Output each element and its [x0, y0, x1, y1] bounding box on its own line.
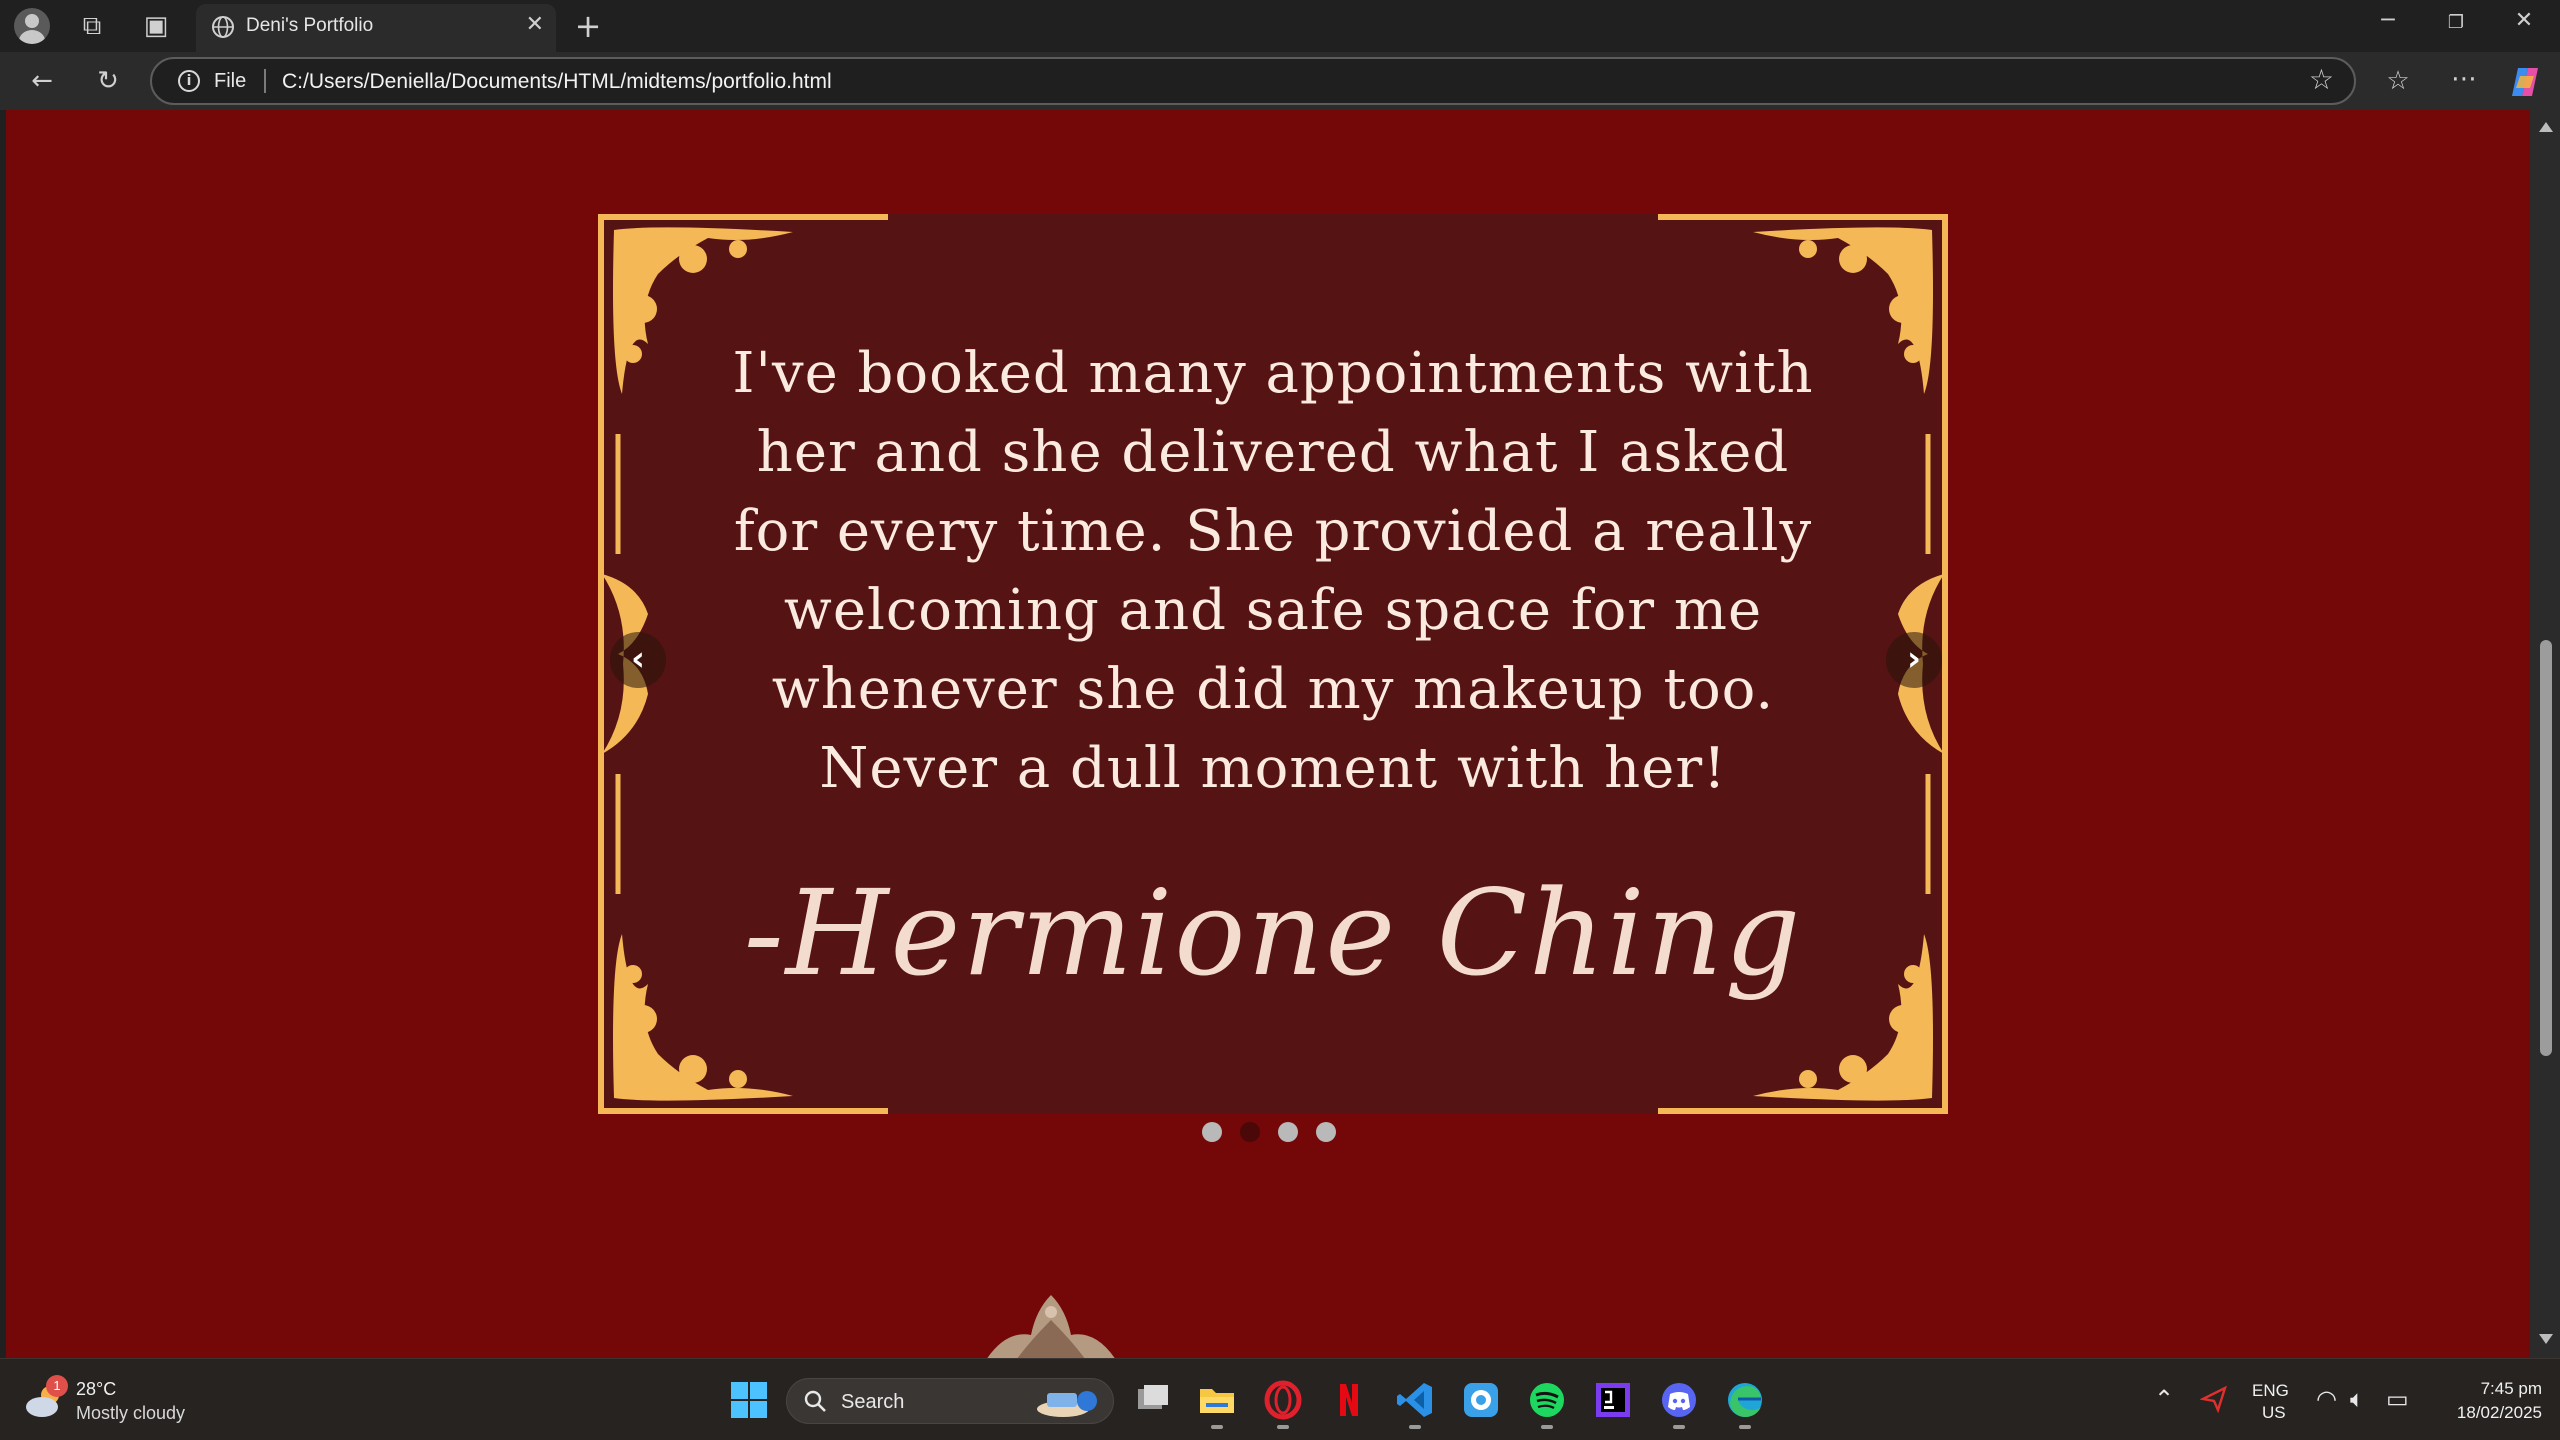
carousel-dot-2[interactable]: [1240, 1122, 1260, 1142]
globe-icon: [212, 16, 234, 38]
netflix-icon[interactable]: [1328, 1379, 1370, 1421]
tab-title: Deni's Portfolio: [246, 15, 374, 36]
restore-button[interactable]: ❐: [2426, 12, 2486, 33]
carousel-next-button[interactable]: ›: [1886, 632, 1942, 688]
address-scheme-label: File: [214, 70, 247, 92]
running-indicator: [1673, 1425, 1685, 1429]
running-indicator: [1541, 1425, 1553, 1429]
running-indicator: [1409, 1425, 1421, 1429]
opera-icon[interactable]: [1262, 1379, 1304, 1429]
jetbrains-icon[interactable]: [1592, 1379, 1634, 1421]
url-text[interactable]: C:/Users/Deniella/Documents/HTML/midtems…: [282, 70, 832, 94]
send-tray-icon[interactable]: [2200, 1385, 2228, 1413]
carousel-dot-3[interactable]: [1278, 1122, 1298, 1142]
wifi-icon[interactable]: ◠: [2316, 1385, 2337, 1413]
file-explorer-icon[interactable]: [1196, 1379, 1238, 1429]
search-icon: [804, 1390, 826, 1412]
running-indicator: [1277, 1425, 1289, 1429]
carousel-dot-1[interactable]: [1202, 1122, 1222, 1142]
testimonial-author: -Hermione Ching: [743, 864, 1803, 1002]
back-icon[interactable]: ←: [22, 63, 62, 99]
chevron-up-icon[interactable]: ⌃: [2154, 1385, 2174, 1413]
edge-icon[interactable]: [1724, 1379, 1766, 1429]
weather-badge: 1: [46, 1375, 68, 1397]
search-label: Search: [841, 1391, 905, 1413]
region-indicator[interactable]: US: [2262, 1403, 2286, 1423]
info-icon[interactable]: i: [178, 70, 200, 92]
running-indicator: [1211, 1425, 1223, 1429]
app-icon[interactable]: [1460, 1379, 1502, 1421]
decorative-ornament-icon: [987, 1295, 1115, 1358]
carousel-prev-button[interactable]: ‹: [610, 632, 666, 688]
battery-icon[interactable]: ▭: [2386, 1385, 2409, 1413]
language-indicator[interactable]: ENG: [2252, 1381, 2289, 1401]
clock-time[interactable]: 7:45 pm: [2462, 1379, 2542, 1399]
new-tab-icon[interactable]: +: [568, 8, 608, 44]
vscode-icon[interactable]: [1394, 1379, 1436, 1429]
testimonial-quote: I've booked many appointments with her a…: [732, 341, 1814, 801]
tab-portfolio[interactable]: Deni's Portfolio ✕: [196, 4, 556, 52]
discord-icon[interactable]: [1658, 1379, 1700, 1429]
vertical-tabs-icon[interactable]: ▣: [136, 8, 176, 44]
testimonial-card: I've booked many appointments with her a…: [598, 214, 1948, 1114]
favorites-icon[interactable]: ☆: [2378, 63, 2418, 99]
close-window-button[interactable]: ✕: [2494, 8, 2554, 33]
taskbar-search[interactable]: Search: [786, 1378, 1114, 1424]
carousel-dot-4[interactable]: [1316, 1122, 1336, 1142]
spotify-icon[interactable]: [1526, 1379, 1568, 1429]
task-view-icon[interactable]: [1132, 1379, 1174, 1421]
toolbar: ← ↻ i File C:/Users/Deniella/Documents/H…: [0, 52, 2560, 110]
tab-bar: ⧉ ▣ Deni's Portfolio ✕ + ─ ❐ ✕: [0, 0, 2560, 52]
volume-icon[interactable]: 🔈︎: [2350, 1385, 2364, 1413]
weather-temperature[interactable]: 28°C: [76, 1379, 116, 1400]
refresh-icon[interactable]: ↻: [88, 63, 128, 99]
minimize-button[interactable]: ─: [2358, 8, 2418, 33]
scroll-thumb[interactable]: [2540, 640, 2552, 1056]
page-scrollbar[interactable]: [2530, 110, 2560, 1358]
workspaces-icon[interactable]: ⧉: [72, 8, 112, 44]
page-viewport: I've booked many appointments with her a…: [6, 110, 2530, 1358]
address-bar[interactable]: i File C:/Users/Deniella/Documents/HTML/…: [150, 57, 2356, 105]
weather-condition[interactable]: Mostly cloudy: [76, 1403, 185, 1424]
search-highlight-icon: [1037, 1391, 1097, 1417]
taskbar: 1 28°C Mostly cloudy Search ⌃ ENG US ◠ 🔈…: [0, 1358, 2560, 1440]
scroll-down-arrow-icon[interactable]: [2539, 1334, 2553, 1344]
close-icon[interactable]: ✕: [526, 12, 544, 37]
windows-start-icon[interactable]: [730, 1381, 768, 1419]
favorite-star-icon[interactable]: ☆: [2309, 63, 2334, 96]
address-separator: [264, 69, 266, 93]
scroll-up-arrow-icon[interactable]: [2539, 122, 2553, 132]
more-icon[interactable]: ⋯: [2444, 61, 2484, 97]
copilot-icon[interactable]: [2508, 66, 2542, 98]
clock-date[interactable]: 18/02/2025: [2434, 1403, 2542, 1423]
profile-icon[interactable]: [14, 8, 50, 44]
running-indicator: [1739, 1425, 1751, 1429]
